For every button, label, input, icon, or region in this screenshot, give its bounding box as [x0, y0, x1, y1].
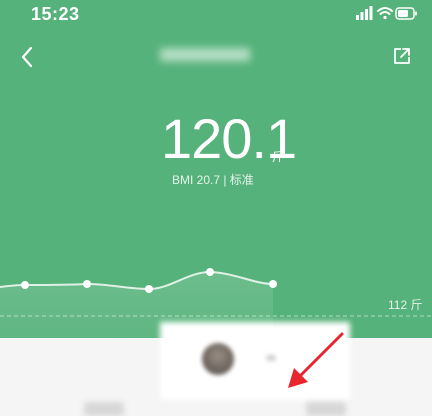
reference-label: 112 斤 — [388, 298, 423, 312]
back-button[interactable] — [16, 44, 38, 70]
avatar[interactable] — [202, 343, 234, 375]
wifi-icon — [377, 7, 393, 20]
page-title-redacted: ▇▇▇▇▇▇▇▇▇ — [160, 46, 250, 61]
trend-point — [83, 280, 91, 288]
tab-hint-left — [84, 402, 124, 416]
signal-icon — [356, 6, 373, 20]
status-icons — [356, 6, 418, 22]
status-time: 15:23 — [31, 4, 80, 24]
share-button[interactable] — [392, 46, 412, 66]
trend-point — [21, 281, 29, 289]
annotation-arrow-icon — [288, 332, 344, 388]
trend-point — [206, 268, 214, 276]
chevron-left-icon — [21, 46, 33, 68]
weight-header: 15:23 ▇▇▇▇▇▇▇▇▇ 120.1 斤 BMI 20.7 | 标准 11… — [0, 0, 432, 338]
trend-point — [269, 280, 277, 288]
blurred-indicator — [266, 355, 276, 361]
tab-hint-right — [306, 402, 346, 416]
trend-point — [145, 285, 153, 293]
battery-icon — [395, 7, 417, 20]
share-icon — [394, 48, 410, 64]
weight-unit: 斤 — [272, 150, 285, 164]
bmi-status: BMI 20.7 | 标准 — [172, 173, 254, 187]
